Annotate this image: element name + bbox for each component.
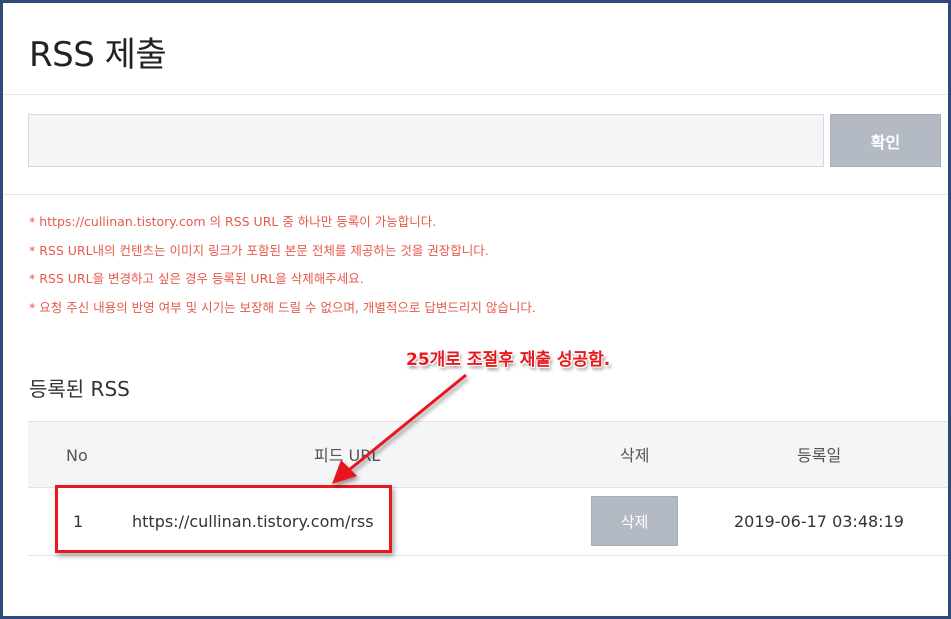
notice-item: * RSS URL내의 컨텐츠는 이미지 링크가 포함된 본문 전체를 제공하는… (29, 242, 489, 258)
title-divider (3, 94, 948, 95)
confirm-button[interactable]: 확인 (830, 114, 941, 167)
registered-rss-title: 등록된 RSS (29, 377, 130, 401)
column-feed-url: 피드 URL (314, 446, 381, 465)
row-date: 2019-06-17 03:48:19 (734, 512, 904, 531)
column-no: No (66, 446, 88, 465)
rss-url-input[interactable] (28, 114, 824, 167)
form-divider (3, 194, 948, 195)
notice-item: * 요청 주신 내용의 반영 여부 및 시기는 보장해 드릴 수 없으며, 개별… (29, 300, 536, 316)
annotation-text: 25개로 조절후 재출 성공함. (406, 350, 611, 370)
notice-item: * RSS URL을 변경하고 싶은 경우 등록된 URL을 삭제해주세요. (29, 271, 364, 287)
notice-list: * https://cullinan.tistory.com 의 RSS URL… (29, 208, 536, 323)
annotation-highlight-box (55, 485, 392, 553)
delete-button[interactable]: 삭제 (591, 496, 678, 546)
rss-submit-page: RSS 제출 확인 * https://cullinan.tistory.com… (3, 3, 948, 616)
column-delete: 삭제 (620, 446, 650, 465)
column-date: 등록일 (797, 446, 842, 465)
page-title: RSS 제출 (29, 35, 167, 75)
table-header: No 피드 URL 삭제 등록일 (28, 421, 948, 488)
notice-item: * https://cullinan.tistory.com 의 RSS URL… (29, 214, 437, 229)
